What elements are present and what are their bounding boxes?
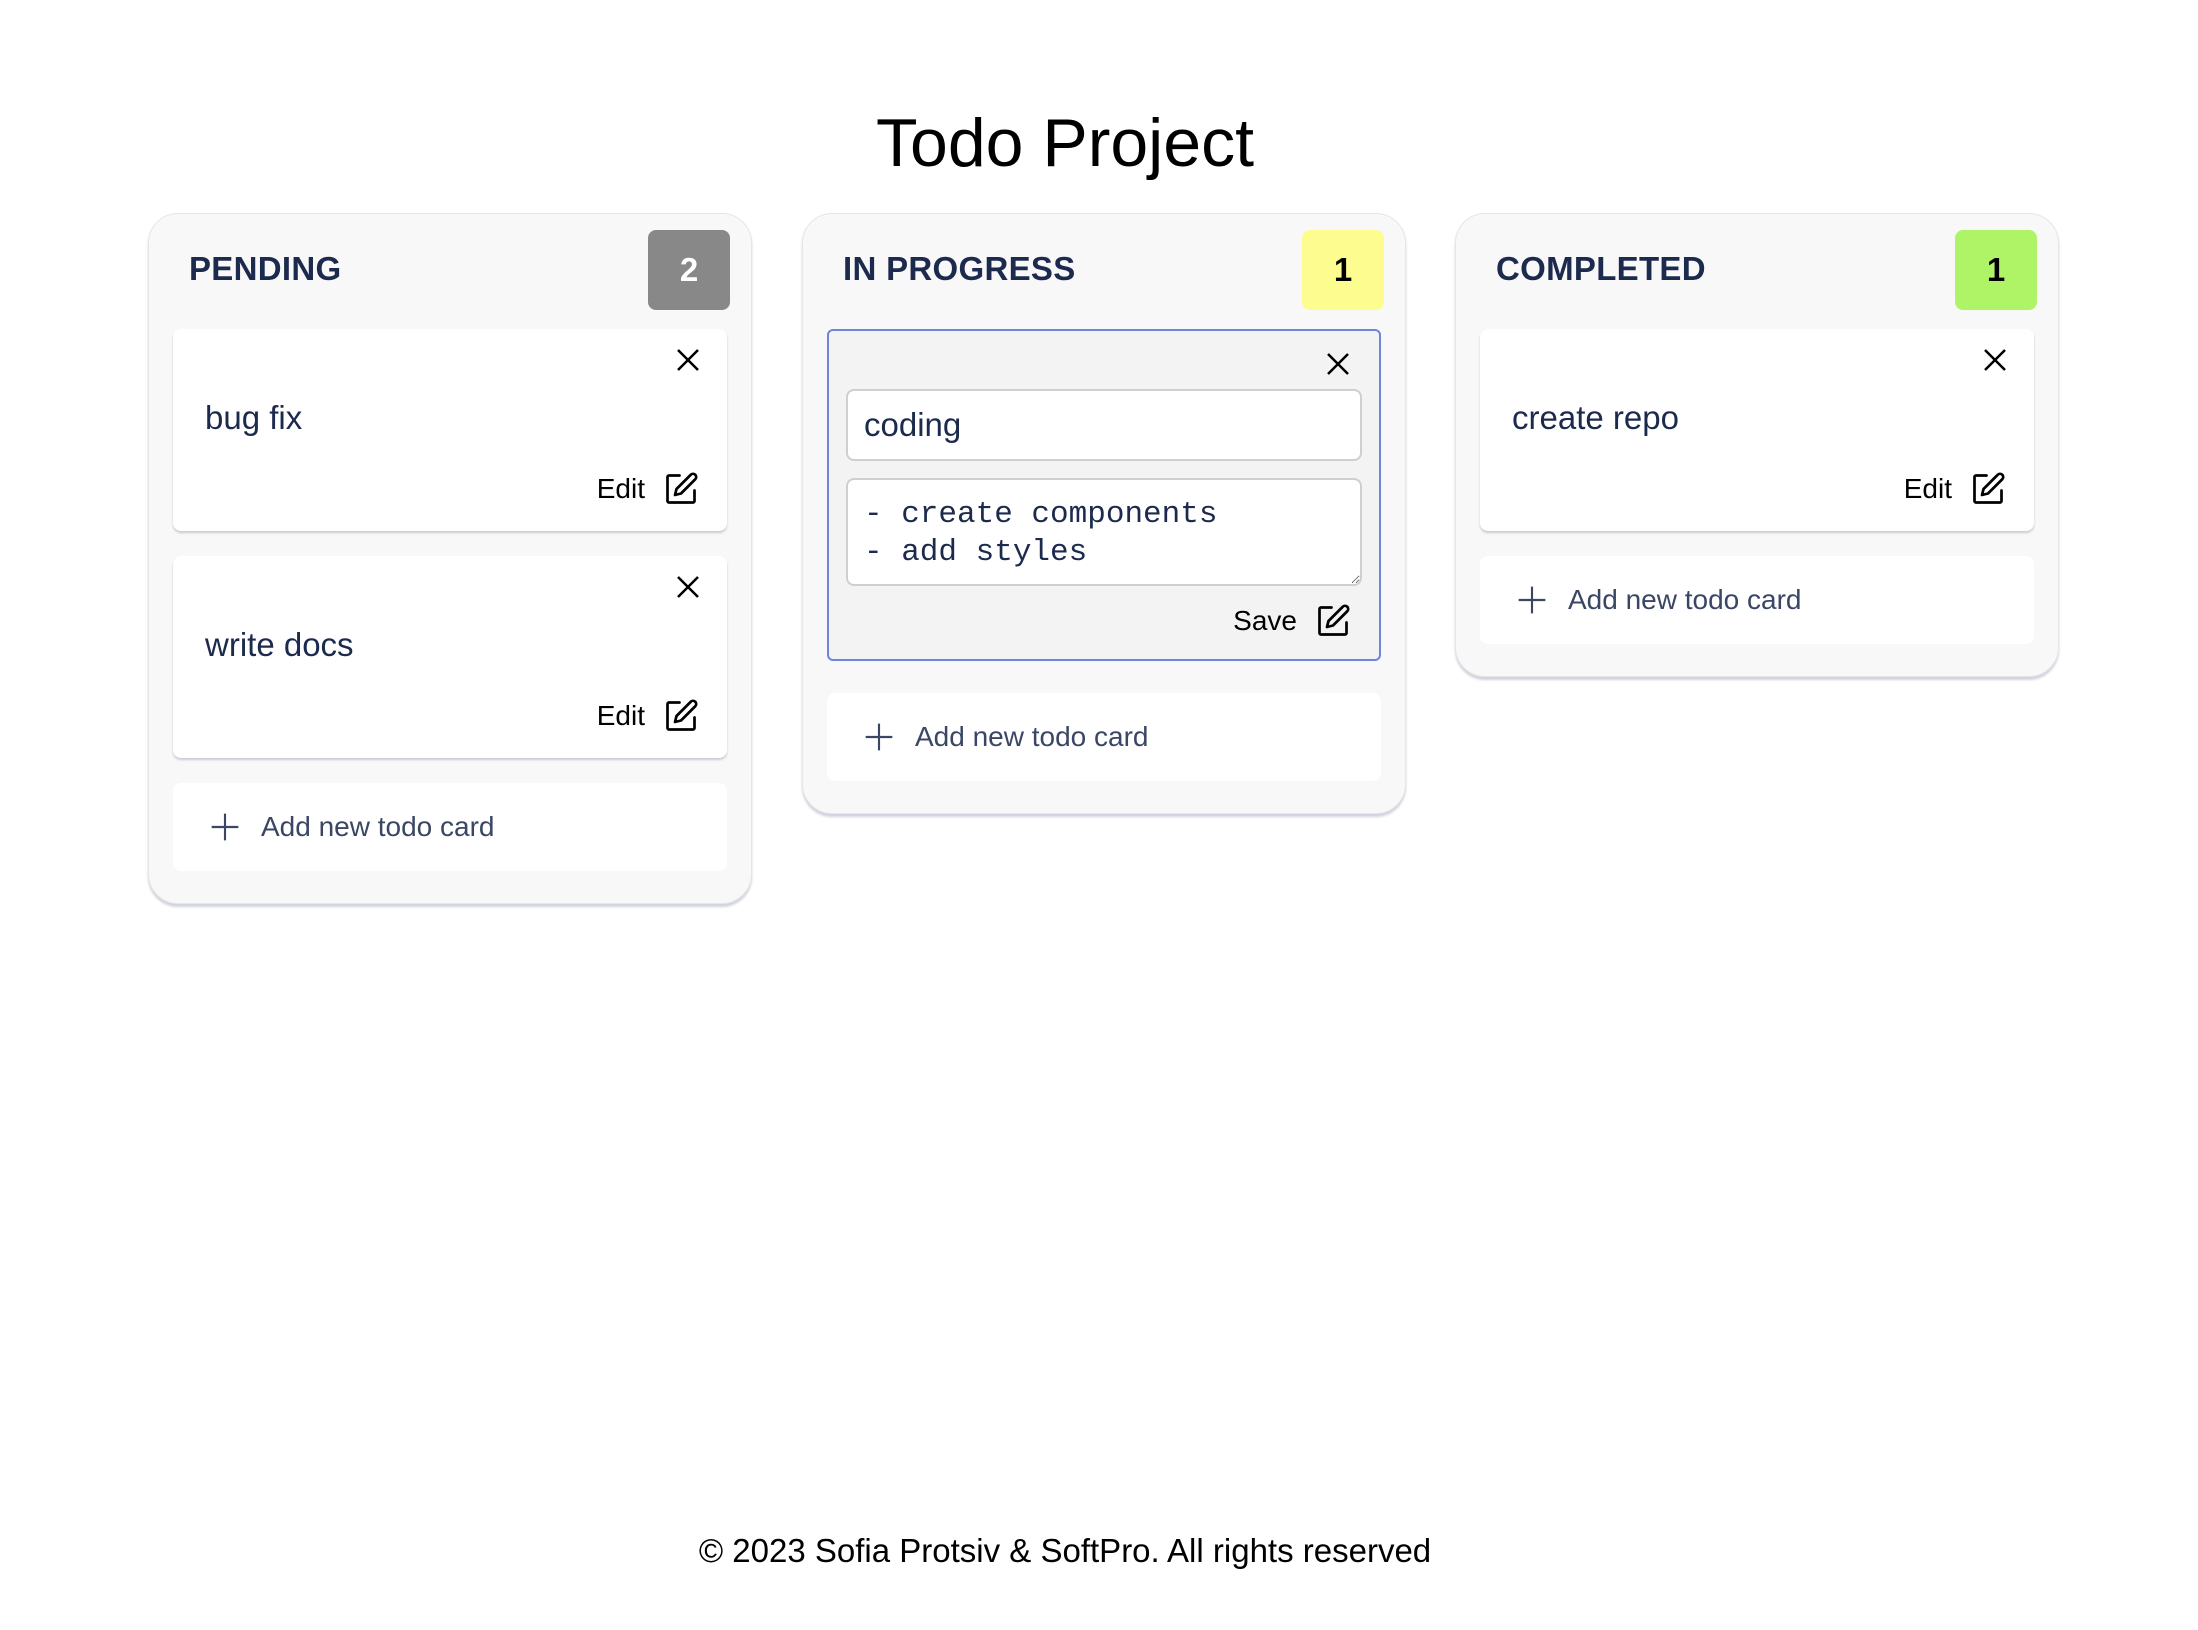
count-badge: 1: [1955, 230, 2037, 310]
page-title: Todo Project: [876, 104, 1254, 181]
close-icon[interactable]: [673, 345, 703, 375]
add-card-label: Add new todo card: [915, 721, 1149, 752]
column-header: PENDING 2: [173, 214, 730, 329]
plus-icon: [211, 813, 239, 841]
save-button[interactable]: Save: [1233, 603, 1351, 639]
add-card-button[interactable]: Add new todo card: [173, 783, 727, 871]
save-label: Save: [1233, 605, 1297, 636]
add-card-button[interactable]: Add new todo card: [827, 693, 1381, 781]
card-description-textarea[interactable]: - create components - add styles: [846, 478, 1362, 586]
todo-card-editing: - create components - add styles Save: [827, 329, 1381, 661]
count-badge: 2: [648, 230, 730, 310]
card-title-input[interactable]: [846, 389, 1362, 461]
edit-button[interactable]: Edit: [597, 471, 699, 507]
edit-label: Edit: [596, 473, 645, 504]
edit-label: Edit: [1903, 473, 1952, 504]
column-header: IN PROGRESS 1: [827, 214, 1384, 329]
column-header: COMPLETED 1: [1480, 214, 2037, 329]
edit-button[interactable]: Edit: [1904, 471, 2006, 507]
add-card-label: Add new todo card: [1568, 584, 1802, 615]
pencil-square-icon: [1973, 472, 2005, 504]
column-title: IN PROGRESS: [843, 250, 1076, 287]
pencil-square-icon: [666, 699, 698, 731]
column-in-progress: IN PROGRESS 1 - create components - add …: [802, 213, 1406, 814]
todo-card[interactable]: create repo Edit: [1480, 329, 2034, 531]
close-icon[interactable]: [1980, 345, 2010, 375]
card-title: create repo: [1512, 399, 1679, 436]
count-badge: 1: [1302, 230, 1384, 310]
column-title: PENDING: [189, 250, 342, 287]
todo-card[interactable]: write docs Edit: [173, 556, 727, 758]
pencil-square-icon: [666, 472, 698, 504]
edit-button[interactable]: Edit: [597, 698, 699, 734]
column-completed: COMPLETED 1 create repo Edit Add new tod…: [1455, 213, 2059, 677]
add-card-label: Add new todo card: [261, 811, 495, 842]
plus-icon: [865, 723, 893, 751]
card-title: bug fix: [205, 399, 303, 436]
pencil-square-icon: [1318, 604, 1350, 636]
close-icon[interactable]: [1323, 349, 1353, 379]
close-icon[interactable]: [673, 572, 703, 602]
todo-card[interactable]: bug fix Edit: [173, 329, 727, 531]
add-card-button[interactable]: Add new todo card: [1480, 556, 2034, 644]
card-title: write docs: [205, 626, 354, 663]
edit-label: Edit: [596, 700, 645, 731]
footer-copyright: © 2023 Sofia Protsiv & SoftPro. All righ…: [698, 1532, 1432, 1569]
column-title: COMPLETED: [1496, 250, 1706, 287]
plus-icon: [1518, 586, 1546, 614]
column-pending: PENDING 2 bug fix Edit write docs Edit A…: [148, 213, 752, 904]
